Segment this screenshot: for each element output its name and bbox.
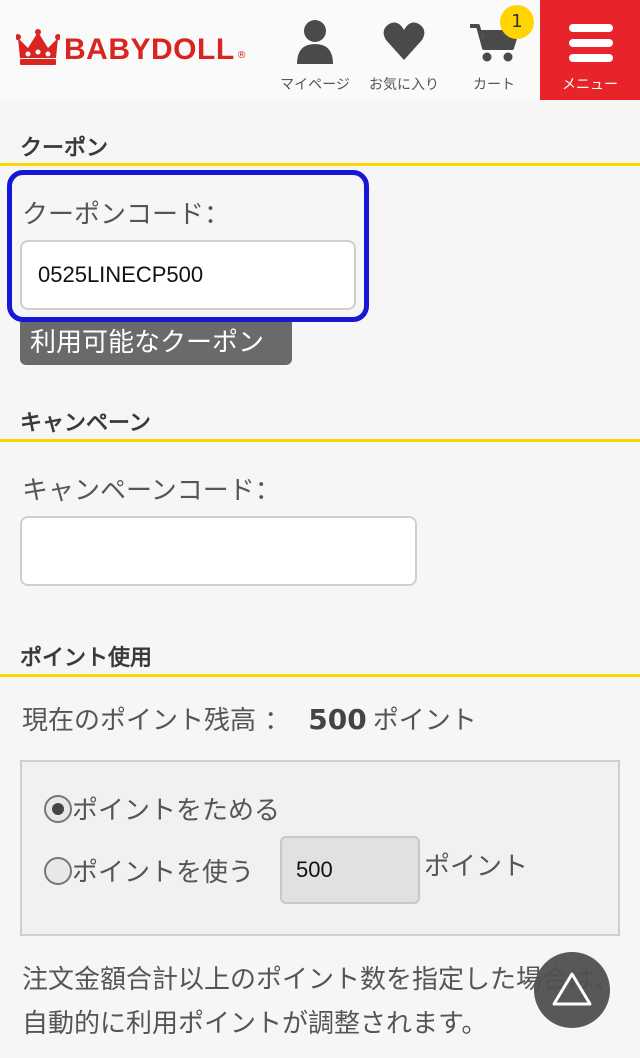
person-icon <box>295 20 335 68</box>
crown-icon <box>15 28 61 72</box>
use-points-radio[interactable] <box>44 856 72 885</box>
use-points-option[interactable]: ポイントを使う <box>44 852 254 889</box>
cart-icon <box>468 24 520 68</box>
favorites-link[interactable]: お気に入り <box>362 18 446 94</box>
hamburger-icon <box>569 24 613 69</box>
favorites-label: お気に入り <box>369 77 439 93</box>
campaign-divider <box>0 439 640 442</box>
site-header: BABYDOLL ® マイページ お気に入り カート 1 メニュー <box>0 0 640 100</box>
menu-button[interactable]: メニュー <box>540 0 640 100</box>
use-points-unit: ポイント <box>424 852 529 882</box>
use-points-label: ポイントを使う <box>72 858 255 888</box>
menu-label: メニュー <box>562 77 618 93</box>
campaign-section-title: キャンペーン <box>20 411 151 436</box>
coupon-code-input[interactable]: 0525LINECP500 <box>20 240 356 310</box>
logo-text: BABYDOLL <box>64 33 235 66</box>
points-options-panel: ポイントをためる ポイントを使う 500 ポイント <box>20 760 620 936</box>
points-balance-value: 500 <box>308 703 367 736</box>
points-adjustment-note: 注文金額合計以上のポイント数を指定した場合は、自動的に利用ポイントが調整されます… <box>22 965 621 1039</box>
available-coupons-button[interactable]: 利用可能なクーポン <box>20 322 292 365</box>
points-section-title: ポイント使用 <box>20 646 153 671</box>
mypage-label: マイページ <box>280 77 350 93</box>
triangle-up-icon <box>534 972 610 1032</box>
points-balance: 現在のポイント残高 ： 500 ポイント <box>22 700 477 737</box>
heart-icon <box>382 22 426 68</box>
brand-logo[interactable]: BABYDOLL ® <box>15 28 247 72</box>
cart-count-badge: 1 <box>500 5 534 39</box>
campaign-code-label: キャンペーンコード： <box>22 476 281 506</box>
cart-label: カート <box>473 77 515 93</box>
save-points-option[interactable]: ポイントをためる <box>44 790 280 827</box>
use-points-input[interactable]: 500 <box>280 836 420 904</box>
registered-mark: ® <box>236 49 247 61</box>
save-points-radio[interactable] <box>44 794 72 823</box>
scroll-to-top-button[interactable] <box>534 952 610 1028</box>
coupon-divider <box>0 163 640 166</box>
coupon-section-title: クーポン <box>20 136 109 161</box>
save-points-label: ポイントをためる <box>72 796 281 826</box>
coupon-code-label: クーポンコード： <box>22 200 231 230</box>
campaign-code-input[interactable] <box>20 516 417 586</box>
points-divider <box>0 674 640 677</box>
mypage-link[interactable]: マイページ <box>276 18 354 94</box>
points-balance-unit: ポイント <box>372 706 477 736</box>
points-balance-label: 現在のポイント残高 ： <box>22 706 291 736</box>
